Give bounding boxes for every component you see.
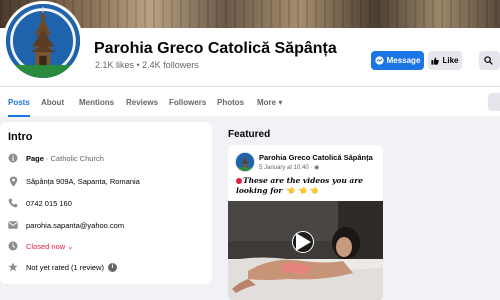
page-title: Parohia Greco Catolică Săpânța	[94, 40, 337, 57]
tab-photos[interactable]: Photos	[217, 87, 244, 117]
star-icon	[8, 262, 18, 272]
post-video-thumbnail[interactable]	[228, 201, 383, 300]
intro-address[interactable]: Săpânța 909A, Sapanta, Romania	[8, 176, 140, 186]
email-text: parohia.sapanta@yahoo.com	[26, 220, 125, 230]
tab-followers[interactable]: Followers	[169, 87, 206, 117]
post-author-avatar[interactable]	[235, 152, 255, 172]
featured-post[interactable]: Parohia Greco Catolică Săpânța 5 January…	[228, 145, 383, 300]
intro-email[interactable]: parohia.sapanta@yahoo.com	[8, 220, 124, 230]
intro-phone[interactable]: 0742 015 160	[8, 198, 72, 208]
phone-icon	[8, 198, 18, 208]
like-icon	[431, 56, 440, 65]
category-text: · Catholic Church	[45, 153, 104, 163]
messenger-icon	[374, 56, 384, 65]
tab-options-button[interactable]	[488, 93, 500, 111]
post-text: These are the videos you are looking for…	[236, 176, 363, 195]
play-button[interactable]	[292, 231, 314, 253]
post-text-block: These are the videos you are looking for…	[236, 176, 378, 196]
page-tabs: Posts About Mentions Reviews Followers P…	[0, 86, 500, 117]
play-icon	[296, 233, 311, 251]
intro-rating: Not yet rated (1 review) i	[8, 262, 117, 272]
rating-info-icon[interactable]: i	[107, 262, 117, 272]
tab-reviews[interactable]: Reviews	[126, 87, 158, 117]
tab-mentions[interactable]: Mentions	[79, 87, 114, 117]
like-button[interactable]: Like	[428, 51, 462, 70]
tab-about[interactable]: About	[41, 87, 64, 117]
hours-status: Closed now ⌄	[26, 241, 74, 251]
tab-more[interactable]: More ▾	[257, 87, 282, 117]
intro-hours[interactable]: Closed now ⌄	[8, 241, 74, 251]
phone-text: 0742 015 160	[26, 198, 72, 208]
mail-icon	[8, 220, 18, 230]
intro-card: Intro Page · Catholic Church Săpânța 909…	[0, 122, 212, 284]
tab-posts[interactable]: Posts	[8, 87, 30, 117]
post-timestamp[interactable]: 5 January at 10:40 · ◉	[259, 164, 319, 171]
address-text: Săpânța 909A, Sapanta, Romania	[26, 176, 140, 186]
profile-picture[interactable]	[3, 1, 83, 81]
post-author-name[interactable]: Parohia Greco Catolică Săpânța	[259, 153, 373, 162]
featured-title: Featured	[228, 129, 271, 140]
pin-icon	[8, 176, 18, 186]
rating-text: Not yet rated (1 review)	[26, 262, 104, 272]
message-button[interactable]: Message	[371, 51, 424, 70]
red-circle-icon	[236, 178, 242, 184]
message-button-label: Message	[386, 56, 421, 65]
info-icon	[8, 153, 18, 163]
church-logo-image	[236, 153, 254, 171]
search-icon	[484, 56, 493, 65]
page-stats: 2.1K likes • 2.4K followers	[95, 60, 199, 70]
church-logo-image	[6, 4, 80, 78]
clock-icon	[8, 241, 18, 251]
intro-title: Intro	[8, 131, 33, 143]
intro-category: Page · Catholic Church	[8, 153, 104, 163]
like-button-label: Like	[442, 56, 459, 65]
category-prefix: Page	[26, 153, 44, 163]
search-button[interactable]	[479, 51, 500, 70]
